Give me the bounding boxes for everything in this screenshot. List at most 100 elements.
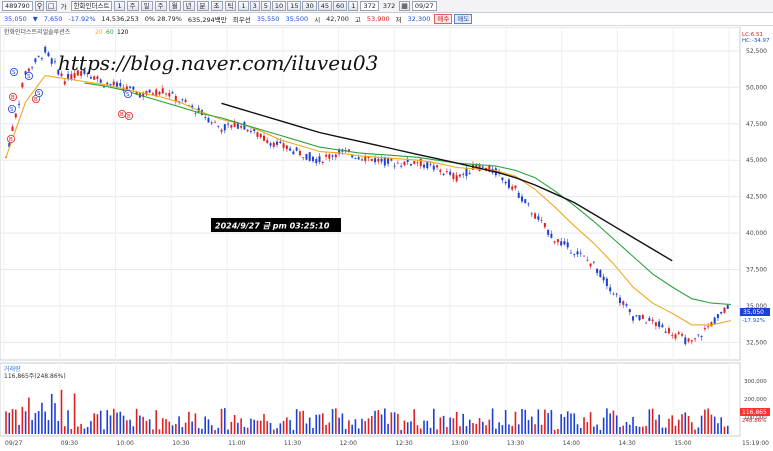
candle-body (380, 158, 383, 162)
volume-bar (472, 423, 474, 434)
volume-bar (41, 402, 43, 434)
candle-body (184, 99, 187, 103)
interval-button-3[interactable]: 10 (271, 1, 287, 11)
volume-bar (240, 418, 242, 434)
b8-button[interactable]: 초 (210, 1, 223, 11)
candle-body (654, 322, 657, 326)
candle-body (47, 52, 50, 57)
candle-body (439, 169, 442, 172)
volume-bar (573, 413, 576, 434)
interval-button-7[interactable]: 60 (333, 1, 348, 11)
candle-body (96, 76, 99, 79)
interval-button-6[interactable]: 45 (317, 1, 333, 11)
low-price: 32,300 (407, 15, 431, 23)
b9-button[interactable]: 틱 (224, 1, 237, 11)
candle-body (102, 86, 105, 88)
volume-bar (227, 429, 229, 434)
time-axis-label: 10:00 (117, 440, 134, 447)
volume-bar (615, 415, 618, 434)
candle-body (602, 276, 605, 281)
volume-bar (504, 410, 507, 434)
volume-bar (224, 408, 226, 434)
candle-body (151, 93, 154, 95)
volume-bar (524, 409, 527, 434)
volume-bar (619, 427, 621, 434)
volume-bar (367, 418, 370, 434)
buy-button[interactable]: 매수 (434, 14, 453, 24)
interval-button-4[interactable]: 15 (287, 1, 302, 11)
b5-button[interactable]: 월 (168, 1, 181, 11)
legend-ma120: 120 (117, 29, 129, 36)
candle-body (31, 66, 34, 68)
candle-body (667, 328, 670, 334)
interval-button-0[interactable]: 1 (238, 1, 249, 11)
candle-body (681, 333, 684, 336)
interval-button-2[interactable]: 5 (260, 1, 271, 11)
interval-button-1[interactable]: 3 (249, 1, 260, 11)
candle-body (129, 86, 132, 88)
volume-bar (628, 424, 631, 434)
b6-button[interactable]: 년 (182, 1, 195, 11)
candle-body (318, 156, 321, 162)
volume-title: 거래량 (4, 365, 21, 373)
interval-button-8[interactable]: 1 (348, 1, 359, 11)
volume-bar (625, 421, 628, 434)
candle-body (622, 301, 625, 305)
volume-bar (86, 426, 89, 434)
candle-body (465, 168, 468, 176)
search-icon[interactable]: ⚲ (34, 1, 44, 11)
candle-body (168, 92, 171, 97)
b4-button[interactable]: 주 (154, 1, 167, 11)
volume-bar (207, 419, 210, 434)
candle-body (524, 199, 527, 204)
candle-body (311, 156, 314, 162)
lock-icon[interactable]: □ (45, 1, 57, 11)
quote-bar: 35,050 ▼ 7,650 -17.92% 14,536,253 0% 28.… (0, 13, 773, 26)
b7-button[interactable]: 분 (196, 1, 209, 11)
volume-bar (109, 415, 112, 434)
count-field[interactable]: 372 (360, 1, 379, 11)
volume-bar (145, 420, 148, 434)
volume-bar (455, 411, 458, 434)
volume-bar (253, 419, 255, 434)
volume-bar (214, 429, 216, 434)
candle-body (292, 151, 295, 155)
candle-body (511, 186, 514, 190)
time-axis-label: 10:30 (172, 440, 189, 447)
bid-price: 35,500 (285, 15, 309, 23)
sell-button[interactable]: 매도 (454, 14, 473, 24)
volume-bar (495, 428, 497, 434)
volume-bar (73, 393, 76, 434)
interval-button-5[interactable]: 30 (302, 1, 317, 11)
date-field[interactable]: 09/27 (411, 1, 437, 11)
candle-body (181, 99, 184, 101)
volume-bar (514, 411, 517, 434)
volume-bar (8, 412, 11, 434)
stock-code-field[interactable]: 489790 (2, 1, 33, 11)
volume-bar (442, 415, 445, 434)
volume-bar (700, 415, 703, 434)
volume-bar (210, 425, 213, 434)
b1-button[interactable]: 1 (114, 1, 125, 11)
volume-bar (393, 412, 396, 434)
candle-body (99, 79, 102, 83)
candle-body (556, 239, 559, 243)
volume-bar (57, 420, 60, 434)
volume-bar (318, 414, 321, 434)
volume-bar (498, 422, 500, 434)
volume-axis-label: 200,000 (744, 397, 767, 403)
volume-bar (557, 428, 559, 434)
time-axis-label: 12:00 (340, 440, 357, 447)
volume-bar (717, 423, 719, 434)
b3-button[interactable]: 일 (140, 1, 153, 11)
candle-body (645, 322, 648, 324)
volume-bar (433, 408, 435, 434)
stock-chart[interactable]: SSB BSS SB BB 52,50050,00047,50045,00042,50… (0, 27, 773, 451)
volume-bar (77, 426, 79, 434)
b2-button[interactable]: 주 (126, 1, 139, 11)
volume-bar (429, 427, 432, 434)
stock-name-field[interactable]: 한화인더스트 (70, 1, 113, 11)
volume-bar (325, 424, 327, 434)
calendar-icon[interactable]: ▦ (399, 1, 410, 11)
volume-bar (635, 426, 638, 434)
